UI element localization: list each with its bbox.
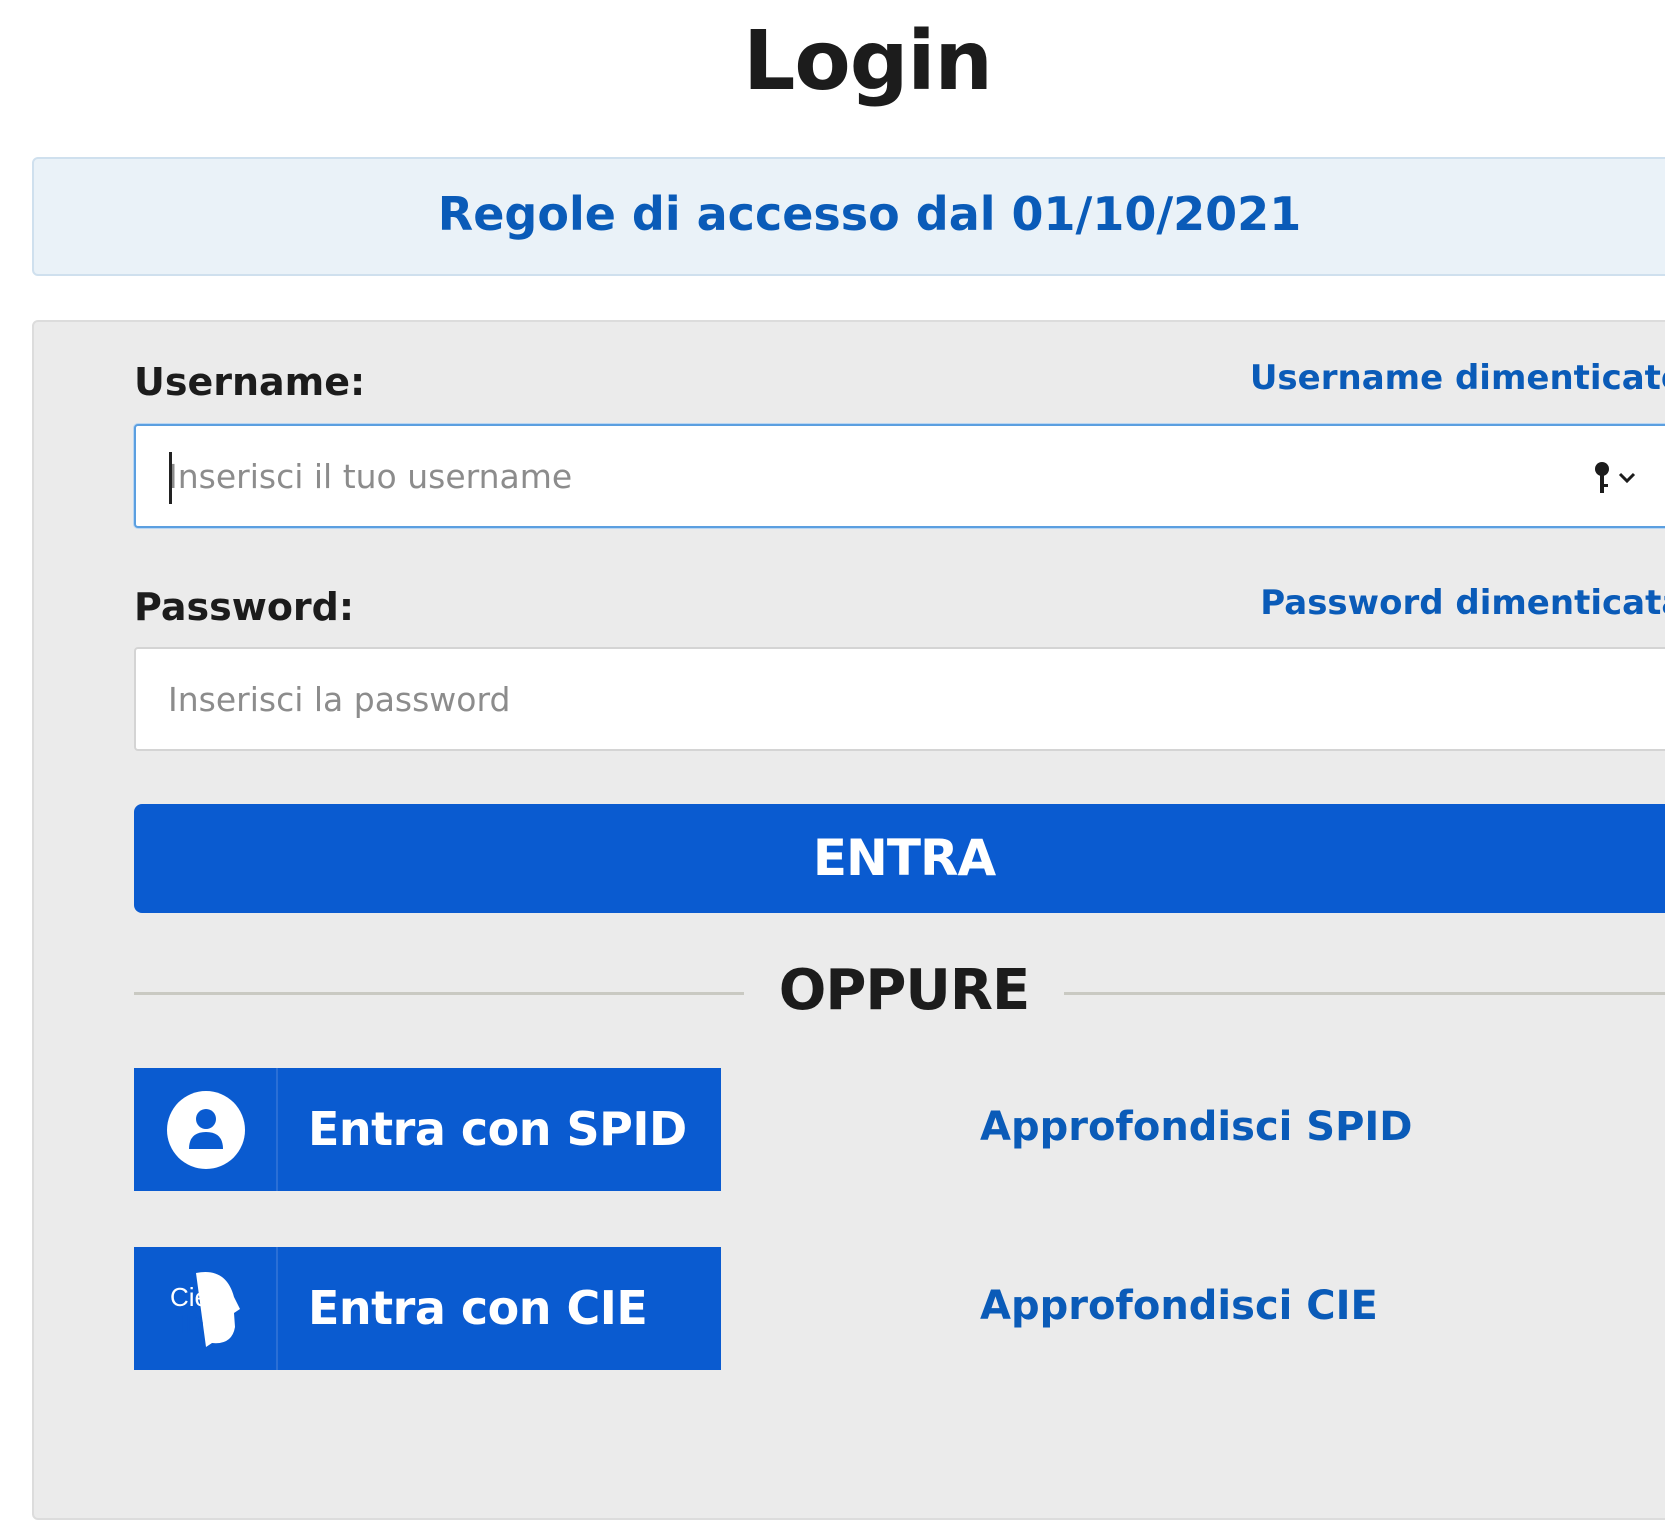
cie-icon-cell: Cie ID bbox=[134, 1247, 278, 1370]
cie-button-label: Entra con CIE bbox=[308, 1281, 648, 1335]
username-field[interactable] bbox=[134, 424, 1665, 528]
spid-icon-cell bbox=[134, 1068, 278, 1191]
divider-line-left bbox=[134, 992, 744, 995]
username-forgot-link[interactable]: Username dimenticato? bbox=[1250, 358, 1665, 398]
svg-text:Cie: Cie bbox=[170, 1282, 209, 1312]
divider-line-right bbox=[1064, 992, 1665, 995]
spid-learn-more-link[interactable]: Approfondisci SPID bbox=[980, 1104, 1413, 1150]
password-field[interactable] bbox=[134, 647, 1665, 751]
cie-login-button[interactable]: Cie ID Entra con CIE bbox=[134, 1247, 721, 1370]
login-form: Username: Username dimenticato? Password… bbox=[32, 320, 1665, 1520]
user-circle-icon bbox=[167, 1091, 245, 1169]
cie-learn-more-link[interactable]: Approfondisci CIE bbox=[980, 1283, 1378, 1329]
entra-button[interactable]: ENTRA bbox=[134, 804, 1665, 913]
username-label: Username: bbox=[134, 360, 366, 404]
key-dropdown-icon[interactable] bbox=[1590, 460, 1640, 496]
cie-id-icon: Cie ID bbox=[170, 1272, 240, 1347]
spid-login-button[interactable]: Entra con SPID bbox=[134, 1068, 721, 1191]
divider-oppure: OPPURE bbox=[778, 958, 1031, 1023]
access-rules-notice: Regole di accesso dal 01/10/2021 bbox=[32, 157, 1665, 276]
password-forgot-link[interactable]: Password dimenticata? bbox=[1260, 583, 1665, 623]
password-input[interactable] bbox=[166, 649, 1586, 749]
page-title: Login bbox=[743, 14, 993, 109]
text-caret bbox=[169, 452, 172, 504]
svg-text:ID: ID bbox=[178, 1309, 204, 1339]
spid-button-label: Entra con SPID bbox=[308, 1102, 687, 1156]
password-label: Password: bbox=[134, 585, 355, 629]
access-rules-link[interactable]: Regole di accesso dal 01/10/2021 bbox=[2, 187, 1665, 241]
username-input[interactable] bbox=[166, 426, 1586, 526]
